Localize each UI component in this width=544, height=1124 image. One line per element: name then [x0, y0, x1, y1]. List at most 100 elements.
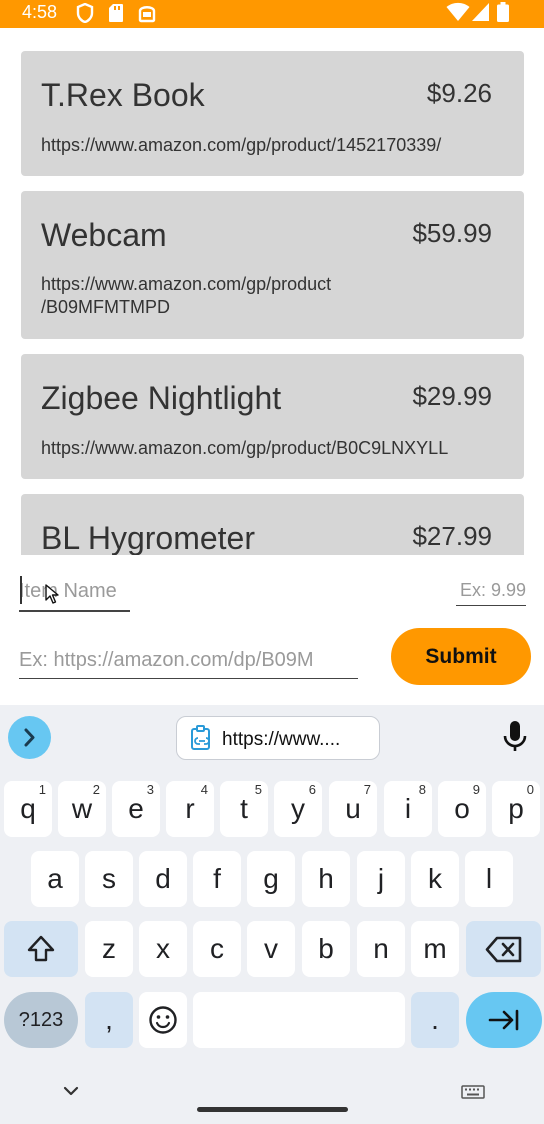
- key-p[interactable]: p0: [492, 781, 540, 837]
- item-list[interactable]: T.Rex Book $9.26 https://www.amazon.com/…: [0, 28, 544, 555]
- key-hint: 4: [200, 782, 208, 797]
- item-url: https://www.amazon.com/gp/product/145217…: [41, 135, 442, 155]
- key-b[interactable]: b: [302, 921, 350, 977]
- key-label: p: [508, 793, 524, 824]
- key-z[interactable]: z: [85, 921, 133, 977]
- chevron-right-icon: [24, 728, 35, 747]
- key-h[interactable]: h: [302, 851, 350, 907]
- key-label: o: [454, 793, 470, 824]
- key-hint: 8: [418, 782, 426, 797]
- item-url: https://www.amazon.com/gp/product/B0C9LN…: [41, 438, 449, 458]
- voice-input-button[interactable]: [498, 717, 532, 757]
- text-caret: [20, 576, 22, 604]
- key-a[interactable]: a: [31, 851, 79, 907]
- key-u[interactable]: u7: [329, 781, 377, 837]
- key-label: t: [240, 793, 248, 824]
- soft-keyboard: https://www.... q1 w2 e3 r4 t5 y6 u7 i8 …: [0, 705, 544, 1124]
- tab-arrow-icon: [488, 1009, 519, 1031]
- key-r[interactable]: r4: [166, 781, 214, 837]
- key-hint: 5: [254, 782, 262, 797]
- key-i[interactable]: i8: [384, 781, 432, 837]
- key-j[interactable]: j: [357, 851, 405, 907]
- key-q[interactable]: q1: [4, 781, 52, 837]
- item-name-input[interactable]: [19, 573, 130, 612]
- toast-icon: [138, 6, 156, 23]
- key-e[interactable]: e3: [112, 781, 160, 837]
- chevron-down-icon[interactable]: [62, 1085, 80, 1097]
- key-label: q: [20, 793, 36, 824]
- key-v[interactable]: v: [247, 921, 295, 977]
- backspace-key[interactable]: [466, 921, 541, 977]
- shift-icon: [27, 935, 55, 962]
- keyboard-expand-button[interactable]: [8, 716, 51, 759]
- key-hint: 7: [363, 782, 371, 797]
- sd-card-icon: [109, 4, 123, 22]
- key-t[interactable]: t5: [220, 781, 268, 837]
- key-y[interactable]: y6: [274, 781, 322, 837]
- item-name: T.Rex Book: [41, 77, 205, 113]
- home-gesture-bar[interactable]: [197, 1107, 348, 1112]
- emoji-key[interactable]: [139, 992, 187, 1048]
- space-key[interactable]: [193, 992, 405, 1048]
- key-hint: 0: [526, 782, 534, 797]
- key-label: e: [128, 793, 144, 824]
- key-label: w: [71, 793, 93, 824]
- item-price: $27.99: [412, 521, 492, 551]
- item-card[interactable]: Webcam $59.99 https://www.amazon.com/gp/…: [21, 191, 524, 339]
- item-price: $59.99: [412, 218, 492, 248]
- item-name-field[interactable]: [19, 573, 130, 612]
- item-url: https://www.amazon.com/gp/product /B09MF…: [41, 273, 331, 319]
- item-card[interactable]: BL Hygrometer $27.99: [21, 494, 524, 555]
- item-price-input[interactable]: [456, 575, 526, 606]
- wifi-icon: [446, 2, 470, 21]
- key-s[interactable]: s: [85, 851, 133, 907]
- key-label: r: [185, 793, 195, 824]
- item-url-line: https://www.amazon.com/gp/product: [41, 274, 332, 294]
- key-d[interactable]: d: [139, 851, 187, 907]
- key-hint: 9: [472, 782, 480, 797]
- item-price-field[interactable]: [456, 575, 526, 606]
- key-f[interactable]: f: [193, 851, 241, 907]
- microphone-icon: [503, 721, 527, 751]
- item-url-input[interactable]: [19, 642, 358, 679]
- item-name: BL Hygrometer: [41, 520, 255, 555]
- key-label: u: [345, 793, 361, 824]
- status-time: 4:58: [22, 2, 58, 22]
- status-bar: 4:58: [0, 0, 544, 28]
- key-k[interactable]: k: [411, 851, 459, 907]
- key-o[interactable]: o9: [438, 781, 486, 837]
- item-name: Webcam: [41, 217, 167, 253]
- add-item-form: Submit: [0, 555, 544, 705]
- battery-icon: [497, 2, 509, 22]
- item-price: $29.99: [412, 381, 492, 411]
- submit-button[interactable]: Submit: [391, 628, 531, 685]
- key-label: y: [291, 793, 305, 824]
- key-l[interactable]: l: [465, 851, 513, 907]
- keyboard-switch-icon[interactable]: [461, 1085, 485, 1099]
- item-card[interactable]: T.Rex Book $9.26 https://www.amazon.com/…: [21, 51, 524, 176]
- item-card[interactable]: Zigbee Nightlight $29.99 https://www.ama…: [21, 354, 524, 479]
- comma-key[interactable]: ,: [85, 992, 133, 1048]
- backspace-icon: [485, 936, 522, 963]
- signal-icon: [472, 3, 489, 21]
- symbols-key[interactable]: ?123: [4, 992, 78, 1048]
- item-url-field[interactable]: [19, 642, 358, 679]
- emoji-icon: [149, 1006, 177, 1034]
- key-hint: 1: [38, 782, 46, 797]
- key-c[interactable]: c: [193, 921, 241, 977]
- key-g[interactable]: g: [247, 851, 295, 907]
- key-x[interactable]: x: [139, 921, 187, 977]
- key-n[interactable]: n: [357, 921, 405, 977]
- period-key[interactable]: .: [411, 992, 459, 1048]
- shield-icon: [76, 3, 94, 23]
- clipboard-suggestion-chip[interactable]: https://www....: [176, 716, 380, 760]
- mouse-pointer-icon: [45, 584, 59, 604]
- key-m[interactable]: m: [411, 921, 459, 977]
- key-w[interactable]: w2: [58, 781, 106, 837]
- clipboard-link-icon: [191, 725, 210, 750]
- item-url-line: /B09MFMTMPD: [41, 297, 171, 317]
- key-hint: 2: [92, 782, 100, 797]
- shift-key[interactable]: [4, 921, 78, 977]
- next-field-key[interactable]: [466, 992, 542, 1048]
- item-price: $9.26: [426, 78, 492, 108]
